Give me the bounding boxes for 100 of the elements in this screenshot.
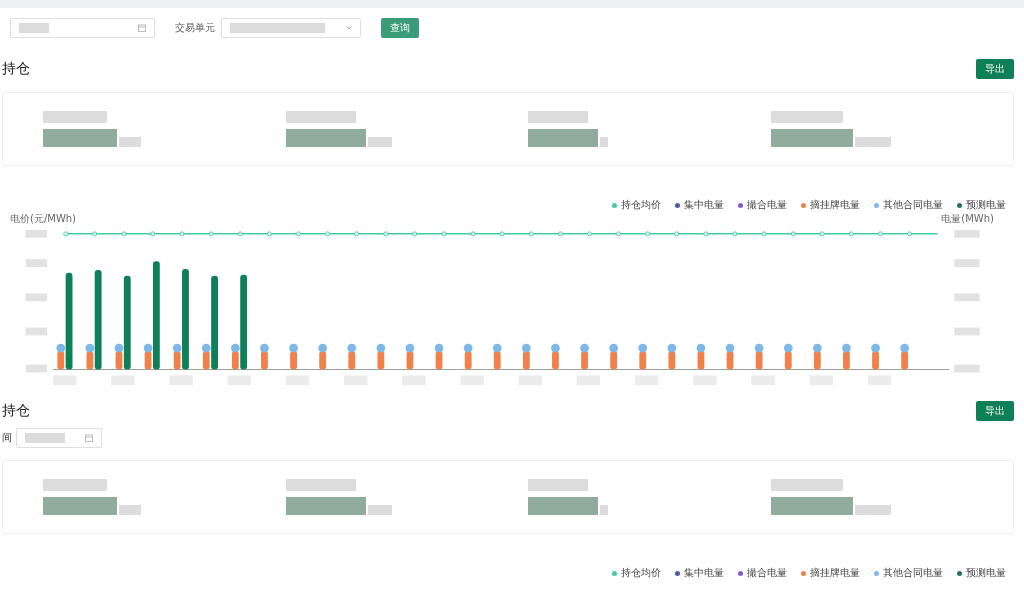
line-point bbox=[441, 231, 447, 237]
export-button[interactable]: 导出 bbox=[976, 59, 1014, 79]
blurred-label bbox=[285, 479, 356, 491]
blurred-tick-label bbox=[25, 364, 48, 373]
bar-cap bbox=[754, 343, 764, 353]
volume-bar bbox=[173, 351, 181, 370]
legend-item[interactable]: 其他合同电量 bbox=[874, 198, 943, 212]
line-point bbox=[354, 231, 360, 237]
bar-cap bbox=[521, 343, 531, 353]
bar-cap bbox=[492, 343, 502, 353]
volume-bar bbox=[86, 351, 94, 370]
bar-cap bbox=[667, 343, 677, 353]
date-field[interactable] bbox=[10, 18, 155, 38]
bar-cap bbox=[376, 343, 386, 353]
legend-item[interactable]: 预测电量 bbox=[957, 198, 1006, 212]
line-point bbox=[325, 231, 330, 237]
legend-item[interactable]: 持仓均价 bbox=[612, 566, 661, 580]
blurred-unit bbox=[367, 137, 392, 147]
line-point bbox=[732, 231, 738, 237]
volume-bar bbox=[57, 351, 65, 370]
blurred-value bbox=[528, 129, 598, 147]
volume-bar bbox=[668, 351, 676, 370]
line-point bbox=[470, 231, 476, 237]
line-point bbox=[790, 231, 796, 237]
line-point bbox=[528, 231, 534, 237]
legend-item[interactable]: 集中电量 bbox=[675, 566, 724, 580]
legend-item[interactable]: 撮合电量 bbox=[738, 566, 787, 580]
volume-bar bbox=[581, 351, 588, 370]
bar-cap bbox=[201, 343, 211, 353]
line-point bbox=[499, 231, 505, 237]
bar-cap bbox=[842, 343, 851, 353]
section-title: 持仓 bbox=[2, 402, 30, 420]
line-point bbox=[383, 231, 389, 237]
blurred-tick-label bbox=[954, 327, 980, 336]
legend-item[interactable]: 摘挂牌电量 bbox=[801, 198, 860, 212]
calendar-icon bbox=[85, 434, 93, 442]
bar-cap bbox=[580, 343, 589, 353]
date-field[interactable] bbox=[16, 428, 102, 448]
blurred-label bbox=[528, 479, 588, 491]
line-point bbox=[761, 231, 767, 237]
bar-cap bbox=[551, 343, 560, 353]
date-label: 间 bbox=[2, 431, 12, 445]
line-point bbox=[208, 231, 214, 237]
blurred-label bbox=[43, 111, 107, 123]
legend-item[interactable]: 持仓均价 bbox=[612, 198, 661, 212]
legend-item[interactable]: 摘挂牌电量 bbox=[801, 566, 860, 580]
blurred-unit bbox=[854, 505, 891, 515]
blurred-unit bbox=[600, 505, 608, 515]
volume-bar bbox=[348, 351, 356, 370]
bar-cap bbox=[289, 343, 298, 353]
volume-bar bbox=[144, 351, 152, 370]
volume-bar bbox=[202, 351, 210, 370]
blurred-label bbox=[43, 479, 107, 491]
volume-bar bbox=[464, 351, 472, 370]
export-button[interactable]: 导出 bbox=[976, 401, 1014, 421]
bar-cap bbox=[609, 343, 619, 353]
axis-title: 电量(MWh) bbox=[941, 212, 994, 226]
legend-item[interactable]: 预测电量 bbox=[957, 566, 1006, 580]
blurred-unit bbox=[600, 137, 608, 147]
bar-cap bbox=[434, 343, 444, 353]
legend-item[interactable]: 集中电量 bbox=[675, 198, 724, 212]
blurred-unit bbox=[854, 137, 891, 147]
bar-cap bbox=[318, 343, 328, 353]
bar-cap bbox=[783, 343, 793, 353]
blurred-tick-label bbox=[954, 259, 980, 267]
bar-cap bbox=[260, 343, 269, 353]
filter-label: 交易单元 bbox=[175, 21, 215, 35]
line-point bbox=[179, 231, 185, 237]
line-point bbox=[150, 231, 156, 237]
line-point bbox=[674, 231, 680, 237]
line-point bbox=[63, 231, 69, 237]
line-point bbox=[121, 231, 127, 237]
volume-bar bbox=[522, 351, 530, 370]
line-point bbox=[237, 231, 243, 237]
line-point bbox=[266, 231, 272, 237]
blurred-label bbox=[285, 111, 356, 123]
line-point bbox=[645, 231, 651, 237]
bar-cap bbox=[172, 343, 182, 353]
bar-cap bbox=[900, 343, 910, 353]
line-point bbox=[587, 231, 592, 237]
blurred-tick-label bbox=[954, 293, 980, 302]
volume-bar bbox=[755, 351, 763, 370]
line-point bbox=[557, 231, 563, 237]
bar-cap bbox=[871, 343, 880, 353]
volume-bar bbox=[261, 351, 268, 370]
blurred-tick-label bbox=[25, 293, 48, 302]
volume-bar bbox=[784, 351, 792, 370]
legend-item[interactable]: 撮合电量 bbox=[738, 198, 787, 212]
line-point bbox=[703, 231, 709, 237]
blurred-tick-label bbox=[25, 229, 48, 238]
chevron-down-icon bbox=[346, 26, 352, 30]
volume-bar bbox=[639, 351, 647, 370]
volume-bar bbox=[901, 351, 909, 370]
bar-cap bbox=[405, 343, 415, 353]
volume-bar bbox=[377, 351, 385, 370]
volume-bar bbox=[231, 351, 239, 370]
legend-item[interactable]: 其他合同电量 bbox=[874, 566, 943, 580]
bar-cap bbox=[114, 343, 124, 353]
trade-unit-select[interactable] bbox=[221, 18, 361, 38]
line-point bbox=[412, 231, 418, 237]
